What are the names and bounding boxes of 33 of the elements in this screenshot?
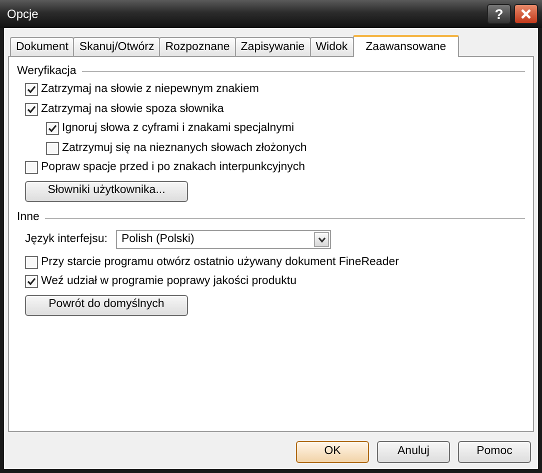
checkbox-label: Zatrzymaj na słowie z niepewnym znakiem [41, 82, 259, 98]
checkbox[interactable] [25, 102, 38, 116]
window-title: Opcje [7, 6, 38, 23]
field-label: Język interfejsu: [25, 232, 108, 247]
checkbox[interactable] [25, 83, 38, 96]
checkbox-label: Zatrzymaj na słowie spoza słownika [41, 102, 224, 117]
checkbox[interactable] [25, 275, 38, 288]
tab[interactable]: Dokument [10, 37, 74, 56]
dialog-button[interactable]: Powrót do domyślnych [25, 294, 188, 316]
section-title: Inne [17, 210, 40, 226]
close-icon [520, 8, 532, 20]
language-dropdown[interactable]: Polish (Polski) [116, 230, 332, 249]
help-button[interactable]: ? [487, 4, 511, 24]
close-button[interactable] [514, 4, 538, 24]
checkbox[interactable] [25, 161, 38, 174]
tab[interactable]: Zaawansowane [352, 35, 460, 57]
checkbox[interactable] [25, 256, 38, 269]
checkbox-label: Zatrzymuj się na nieznanych słowach złożonych [62, 140, 307, 156]
dialog-button[interactable]: Słowniki użytkownika... [25, 180, 188, 202]
tab[interactable]: Zapisywanie [234, 37, 311, 56]
checkbox-label: Weź udział w programie poprawy jakości produktu [41, 274, 296, 290]
tab[interactable]: Widok [310, 37, 354, 56]
checkbox-label: Popraw spacje przed i po znakach interpunkcyjnych [41, 160, 306, 176]
checkbox[interactable] [46, 142, 59, 155]
tab[interactable]: Rozpoznane [159, 37, 236, 56]
tab[interactable]: Skanuj/Otwórz [73, 37, 160, 56]
dialog-button[interactable]: Pomoc [458, 441, 531, 463]
dialog-button[interactable]: OK [296, 441, 369, 463]
dialog-button[interactable]: Anuluj [377, 441, 450, 463]
checkbox-label: Ignoruj słowa z cyframi i znakami specjalnymi [62, 121, 294, 136]
section-title: Weryfikacja [17, 64, 76, 79]
checkbox[interactable] [46, 122, 59, 136]
checkbox-label: Przy starcie programu otwórz ostatnio używany dokument FineReader [41, 254, 399, 270]
